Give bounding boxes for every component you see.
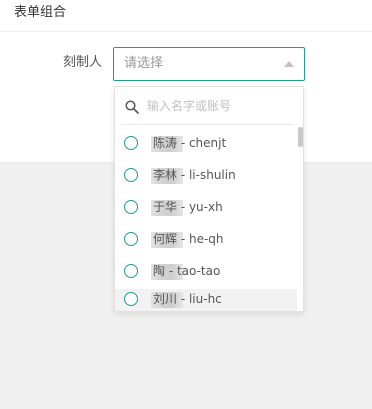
radio-button[interactable]: [124, 200, 138, 214]
list-item[interactable]: 于华 - yu-xh: [115, 197, 297, 219]
option-label: 何辉 - he-qh: [153, 232, 224, 246]
scroll-thumb[interactable]: [298, 127, 303, 147]
radio-button[interactable]: [124, 264, 138, 278]
list-item[interactable]: 何辉 - he-qh: [115, 229, 297, 251]
list-item[interactable]: 陶 - tao-tao: [115, 261, 297, 283]
select-placeholder: 请选择: [124, 56, 164, 71]
scrollbar[interactable]: [298, 127, 303, 311]
select-dropdown: 陈涛 - chenjt 李林 - li-shulin 于华 - yu-xh 何辉…: [114, 86, 304, 312]
option-label: 陈涛 - chenjt: [153, 136, 227, 150]
radio-button[interactable]: [124, 292, 138, 306]
option-label: 于华 - yu-xh: [153, 200, 223, 214]
search-divider: [121, 124, 293, 125]
caret-up-icon: [284, 61, 294, 67]
option-label: 李林 - li-shulin: [153, 168, 236, 182]
option-label: 刘川 - liu-hc: [153, 292, 222, 306]
engraver-select[interactable]: 请选择: [113, 47, 305, 81]
engraver-label: 刻制人: [62, 55, 102, 70]
radio-button[interactable]: [124, 168, 138, 182]
card-title: 表单组合: [0, 0, 372, 32]
dropdown-search-input[interactable]: [147, 96, 287, 116]
radio-button[interactable]: [124, 232, 138, 246]
list-item[interactable]: 陈涛 - chenjt: [115, 133, 297, 155]
list-item[interactable]: 刘川 - liu-hc: [115, 289, 297, 311]
search-icon: [125, 100, 139, 114]
form-row-engraver: 刻制人 请选择: [0, 47, 372, 81]
radio-button[interactable]: [124, 136, 138, 150]
option-label: 陶 - tao-tao: [153, 264, 221, 278]
option-list: 陈涛 - chenjt 李林 - li-shulin 于华 - yu-xh 何辉…: [115, 127, 303, 311]
list-item[interactable]: 李林 - li-shulin: [115, 165, 297, 187]
dropdown-search: [115, 87, 303, 125]
